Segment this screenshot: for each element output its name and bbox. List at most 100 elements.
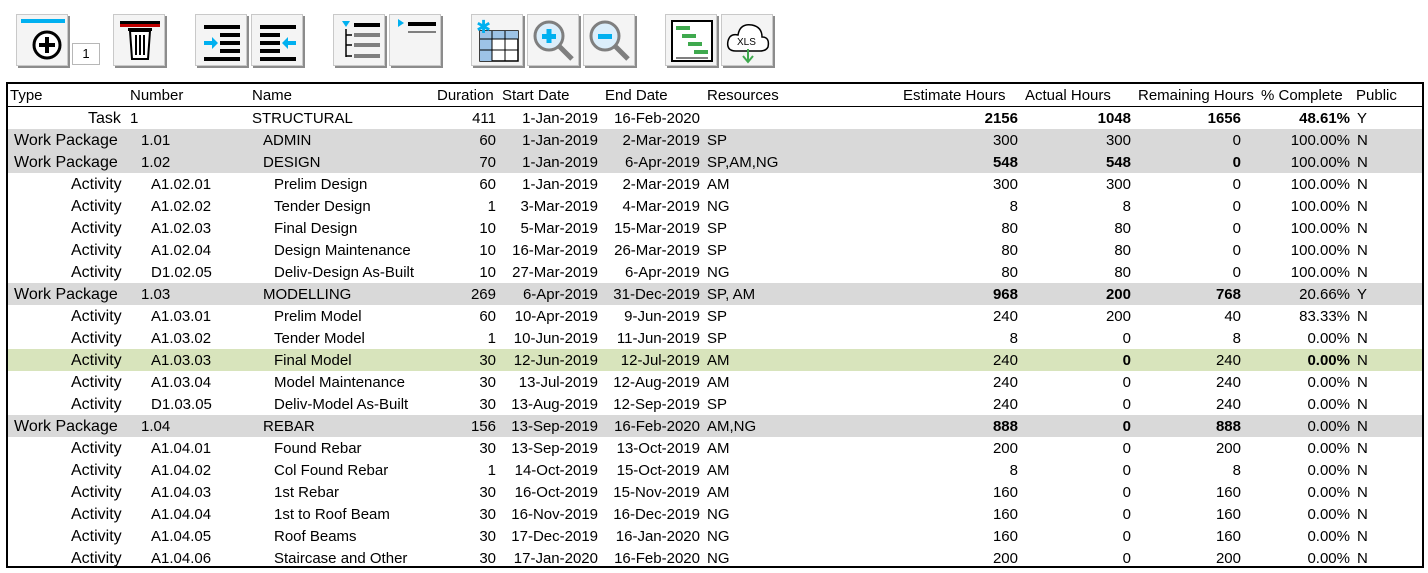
actual-hours-cell[interactable]: 0: [1123, 547, 1131, 566]
duration-cell[interactable]: 30: [479, 349, 496, 371]
start-date-cell[interactable]: 5-Mar-2019: [520, 217, 598, 239]
duration-cell[interactable]: 10: [479, 239, 496, 261]
resources-cell[interactable]: AM,NG: [707, 415, 756, 437]
public-cell[interactable]: N: [1357, 437, 1368, 459]
estimate-hours-cell[interactable]: 80: [1001, 217, 1018, 239]
remaining-hours-cell[interactable]: 768: [1216, 283, 1241, 305]
public-cell[interactable]: N: [1357, 217, 1368, 239]
number-cell[interactable]: A1.02.02: [151, 195, 211, 217]
name-cell[interactable]: REBAR: [263, 415, 315, 437]
number-cell[interactable]: D1.03.05: [151, 393, 212, 415]
actual-hours-cell[interactable]: 0: [1123, 437, 1131, 459]
end-date-cell[interactable]: 15-Oct-2019: [617, 459, 700, 481]
percent-complete-cell[interactable]: 0.00%: [1307, 327, 1350, 349]
name-cell[interactable]: Staircase and Other: [274, 547, 407, 566]
actual-hours-cell[interactable]: 0: [1123, 503, 1131, 525]
actual-hours-cell[interactable]: 80: [1114, 239, 1131, 261]
name-cell[interactable]: DESIGN: [263, 151, 321, 173]
duration-cell[interactable]: 1: [488, 327, 496, 349]
name-cell[interactable]: Tender Model: [274, 327, 365, 349]
duration-cell[interactable]: 156: [471, 415, 496, 437]
percent-complete-cell[interactable]: 0.00%: [1307, 503, 1350, 525]
work-package-row[interactable]: Work Package 1.01 ADMIN 60 1-Jan-2019 2-Mar-2…: [8, 129, 1422, 151]
estimate-hours-cell[interactable]: 200: [993, 437, 1018, 459]
header-col-type[interactable]: Type: [10, 84, 43, 106]
export-xls-button[interactable]: XLS: [721, 14, 773, 66]
public-cell[interactable]: N: [1357, 173, 1368, 195]
start-date-cell[interactable]: 13-Sep-2019: [511, 437, 598, 459]
name-cell[interactable]: Design Maintenance: [274, 239, 411, 261]
header-col-actual-hours[interactable]: Actual Hours: [1025, 84, 1111, 106]
remaining-hours-cell[interactable]: 8: [1233, 459, 1241, 481]
resources-cell[interactable]: NG: [707, 503, 730, 525]
name-cell[interactable]: MODELLING: [263, 283, 351, 305]
header-col-resources[interactable]: Resources: [707, 84, 779, 106]
percent-complete-cell[interactable]: 100.00%: [1291, 239, 1350, 261]
activity-row[interactable]: Activity A1.03.01 Prelim Model 60 10-Apr-201…: [8, 305, 1422, 327]
public-cell[interactable]: N: [1357, 327, 1368, 349]
resources-cell[interactable]: SP: [707, 393, 727, 415]
type-cell[interactable]: Work Package: [14, 129, 118, 151]
number-cell[interactable]: A1.03.03: [151, 349, 211, 371]
remaining-hours-cell[interactable]: 0: [1233, 261, 1241, 283]
number-cell[interactable]: A1.04.01: [151, 437, 211, 459]
type-cell[interactable]: Work Package: [14, 151, 118, 173]
zoom-out-button[interactable]: [583, 14, 635, 66]
public-cell[interactable]: N: [1357, 525, 1368, 547]
name-cell[interactable]: Col Found Rebar: [274, 459, 388, 481]
activity-row[interactable]: Activity A1.02.04 Design Maintenance 10 16-M…: [8, 239, 1422, 261]
estimate-hours-cell[interactable]: 240: [993, 371, 1018, 393]
name-cell[interactable]: STRUCTURAL: [252, 107, 353, 129]
estimate-hours-cell[interactable]: 160: [993, 481, 1018, 503]
remaining-hours-cell[interactable]: 1656: [1208, 107, 1241, 129]
type-cell[interactable]: Activity: [71, 525, 122, 547]
outdent-button[interactable]: [251, 14, 303, 66]
duration-cell[interactable]: 30: [479, 371, 496, 393]
remaining-hours-cell[interactable]: 0: [1233, 151, 1241, 173]
percent-complete-cell[interactable]: 83.33%: [1299, 305, 1350, 327]
name-cell[interactable]: Deliv-Model As-Built: [274, 393, 408, 415]
duration-cell[interactable]: 1: [488, 195, 496, 217]
type-cell[interactable]: Activity: [71, 305, 122, 327]
start-date-cell[interactable]: 13-Aug-2019: [511, 393, 598, 415]
start-date-cell[interactable]: 13-Sep-2019: [511, 415, 598, 437]
header-col-end-date[interactable]: End Date: [605, 84, 668, 106]
number-cell[interactable]: 1.01: [141, 129, 170, 151]
estimate-hours-cell[interactable]: 300: [993, 173, 1018, 195]
percent-complete-cell[interactable]: 100.00%: [1291, 261, 1350, 283]
percent-complete-cell[interactable]: 0.00%: [1307, 437, 1350, 459]
number-cell[interactable]: A1.04.02: [151, 459, 211, 481]
end-date-cell[interactable]: 9-Jun-2019: [624, 305, 700, 327]
end-date-cell[interactable]: 4-Mar-2019: [622, 195, 700, 217]
remaining-hours-cell[interactable]: 200: [1216, 547, 1241, 566]
number-cell[interactable]: A1.03.02: [151, 327, 211, 349]
duration-cell[interactable]: 30: [479, 525, 496, 547]
name-cell[interactable]: Model Maintenance: [274, 371, 405, 393]
start-date-cell[interactable]: 3-Mar-2019: [520, 195, 598, 217]
duration-cell[interactable]: 60: [479, 173, 496, 195]
name-cell[interactable]: Final Design: [274, 217, 357, 239]
number-cell[interactable]: A1.02.01: [151, 173, 211, 195]
work-package-row[interactable]: Work Package 1.04 REBAR 156 13-Sep-2019 16-Fe…: [8, 415, 1422, 437]
duration-cell[interactable]: 70: [479, 151, 496, 173]
header-col-percent-complete[interactable]: % Complete: [1261, 84, 1343, 106]
end-date-cell[interactable]: 26-Mar-2019: [614, 239, 700, 261]
name-cell[interactable]: Tender Design: [274, 195, 371, 217]
percent-complete-cell[interactable]: 100.00%: [1291, 151, 1350, 173]
type-cell[interactable]: Activity: [71, 459, 122, 481]
number-cell[interactable]: 1.02: [141, 151, 170, 173]
resources-cell[interactable]: SP,AM,NG: [707, 151, 778, 173]
estimate-hours-cell[interactable]: 2156: [985, 107, 1018, 129]
remaining-hours-cell[interactable]: 888: [1216, 415, 1241, 437]
number-cell[interactable]: A1.03.01: [151, 305, 211, 327]
end-date-cell[interactable]: 11-Jun-2019: [617, 327, 700, 349]
estimate-hours-cell[interactable]: 240: [993, 305, 1018, 327]
duration-cell[interactable]: 269: [471, 283, 496, 305]
public-cell[interactable]: N: [1357, 547, 1368, 566]
start-date-cell[interactable]: 16-Nov-2019: [511, 503, 598, 525]
end-date-cell[interactable]: 13-Oct-2019: [617, 437, 700, 459]
end-date-cell[interactable]: 6-Apr-2019: [625, 151, 700, 173]
end-date-cell[interactable]: 12-Sep-2019: [613, 393, 700, 415]
end-date-cell[interactable]: 16-Dec-2019: [613, 503, 700, 525]
name-cell[interactable]: Deliv-Design As-Built: [274, 261, 414, 283]
